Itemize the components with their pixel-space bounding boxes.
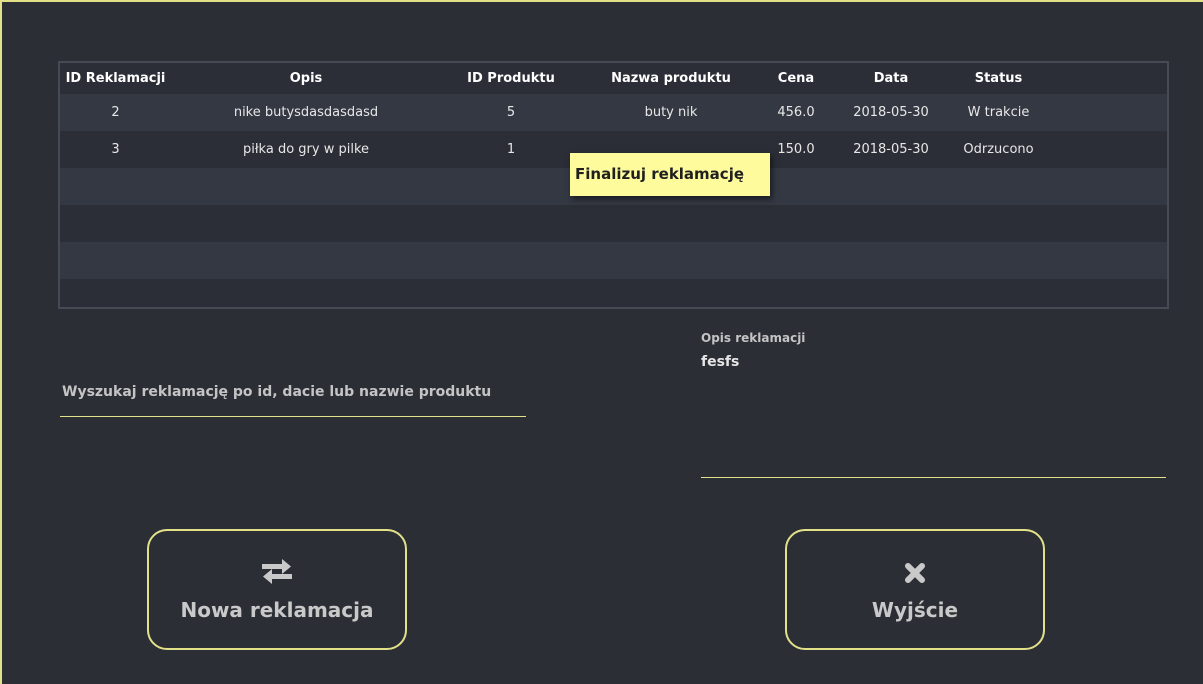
empty-table-row	[60, 242, 1167, 279]
empty-table-row	[60, 279, 1167, 304]
column-header-opis[interactable]: Opis	[171, 63, 441, 94]
column-header-spacer	[1046, 63, 1167, 94]
empty-table-row	[60, 205, 1167, 242]
cell-data: 2018-05-30	[853, 105, 929, 120]
cell-data: 2018-05-30	[853, 142, 929, 157]
cell-cena: 456.0	[777, 105, 815, 120]
cell-nazwa: buty nik	[644, 105, 698, 120]
column-header-data[interactable]: Data	[831, 63, 951, 94]
description-label: Opis reklamacji	[701, 331, 806, 345]
column-header-id-produktu[interactable]: ID Produktu	[441, 63, 581, 94]
close-x-icon	[904, 562, 926, 588]
cell-opis: nike butysdasdasdasd	[233, 105, 379, 120]
exit-label: Wyjście	[871, 598, 959, 622]
description-textarea[interactable]	[701, 354, 1166, 478]
cell-id: 2	[111, 105, 120, 120]
table-row[interactable]: 2 nike butysdasdasdasd 5 buty nik 456.0 …	[60, 94, 1167, 131]
cell-opis: piłka do gry w pilke	[242, 142, 370, 157]
table-header-row: ID Reklamacji Opis ID Produktu Nazwa pro…	[60, 63, 1167, 94]
search-field[interactable]	[60, 378, 526, 417]
cell-cena: 150.0	[777, 142, 815, 157]
cell-id: 3	[111, 142, 120, 157]
new-complaint-button[interactable]: Nowa reklamacja	[147, 529, 407, 650]
cell-id-produktu: 5	[506, 105, 516, 120]
app-window: ID Reklamacji Opis ID Produktu Nazwa pro…	[0, 0, 1203, 684]
cell-status: W trakcie	[967, 105, 1030, 120]
search-input[interactable]	[62, 378, 522, 406]
cell-id-produktu: 1	[506, 142, 516, 157]
column-header-status[interactable]: Status	[951, 63, 1046, 94]
column-header-cena[interactable]: Cena	[761, 63, 831, 94]
finalize-complaint-tooltip: Finalizuj reklamację	[570, 153, 770, 196]
new-complaint-label: Nowa reklamacja	[180, 598, 374, 622]
column-header-nazwa[interactable]: Nazwa produktu	[581, 63, 761, 94]
exit-button[interactable]: Wyjście	[785, 529, 1045, 650]
cell-status: Odrzucono	[963, 142, 1034, 157]
swap-arrows-icon	[260, 559, 294, 589]
column-header-id[interactable]: ID Reklamacji	[60, 63, 171, 94]
